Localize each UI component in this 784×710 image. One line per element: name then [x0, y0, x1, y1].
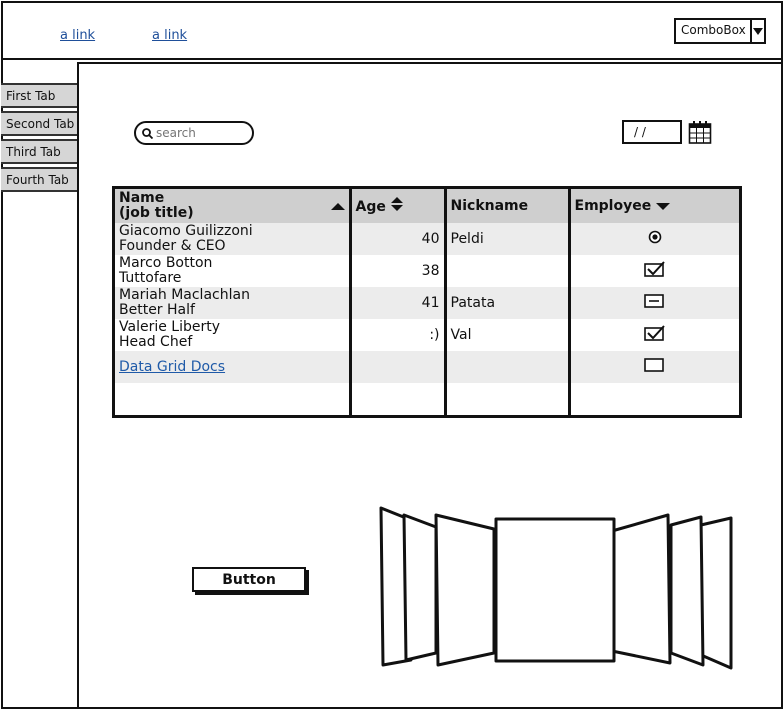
combobox[interactable]: ComboBox — [674, 18, 766, 44]
tab-second[interactable]: Second Tab — [1, 111, 79, 136]
search-box[interactable] — [134, 121, 254, 145]
column-age-label: Age — [355, 199, 386, 215]
main-button[interactable]: Button — [192, 567, 306, 592]
table-row-empty — [115, 383, 739, 415]
checkbox-checked-icon[interactable] — [643, 261, 666, 277]
row-name: Valerie Liberty — [119, 319, 221, 335]
table-row[interactable]: Marco Botton Tuttofare 38 — [115, 255, 739, 287]
column-name-label: Name (job title) — [119, 190, 194, 221]
search-icon — [142, 127, 153, 139]
row-title: Better Half — [119, 302, 195, 318]
search-input[interactable] — [156, 126, 246, 140]
column-nickname-label: Nickname — [450, 198, 529, 214]
row-age: :) — [348, 319, 445, 351]
sort-ascending-icon — [330, 202, 345, 210]
checkbox-checked-icon[interactable] — [643, 325, 666, 341]
row-nickname: Val — [443, 319, 569, 351]
row-name: Mariah Maclachlan — [119, 287, 250, 303]
sort-descending-icon — [656, 203, 671, 210]
top-bar: a link a link — [1, 1, 783, 60]
column-header-employee[interactable]: Employee — [567, 189, 739, 223]
chevron-down-icon[interactable] — [749, 20, 764, 42]
checkbox-indeterminate-icon[interactable] — [643, 294, 666, 308]
row-title: Head Chef — [119, 334, 193, 350]
row-nickname: Peldi — [443, 223, 569, 255]
vertical-tabs: First Tab Second Tab Third Tab Fourth Ta… — [1, 83, 79, 195]
row-nickname — [443, 255, 569, 287]
row-title: Tuttofare — [119, 270, 182, 286]
table-row[interactable]: Data Grid Docs — [115, 351, 739, 383]
table-row[interactable]: Mariah Maclachlan Better Half 41 Patata — [115, 287, 739, 319]
column-header-age[interactable]: Age — [348, 189, 445, 223]
cover-flow-icon[interactable] — [376, 505, 736, 675]
column-header-nickname[interactable]: Nickname — [443, 189, 569, 223]
table-row[interactable]: Giacomo Guilizzoni Founder & CEO 40 Peldi — [115, 223, 739, 255]
tab-third[interactable]: Third Tab — [1, 139, 79, 164]
row-name: Marco Botton — [119, 255, 213, 271]
table-row[interactable]: Valerie Liberty Head Chef :) Val — [115, 319, 739, 351]
radio-selected-icon[interactable] — [648, 230, 662, 244]
row-age: 40 — [348, 223, 445, 255]
row-title: Founder & CEO — [119, 238, 226, 254]
header-link-1[interactable]: a link — [60, 28, 95, 43]
calendar-icon[interactable] — [688, 120, 712, 145]
data-grid: Name (job title) Age Nickname Employee G… — [112, 186, 742, 418]
data-grid-docs-link[interactable]: Data Grid Docs — [119, 359, 225, 375]
header-link-2[interactable]: a link — [152, 28, 187, 43]
combobox-value: ComboBox — [681, 23, 746, 37]
tab-fourth[interactable]: Fourth Tab — [1, 167, 79, 192]
row-age: 38 — [348, 255, 445, 287]
checkbox-unchecked-icon[interactable] — [643, 358, 666, 372]
tab-first[interactable]: First Tab — [1, 83, 79, 108]
row-age: 41 — [348, 287, 445, 319]
date-field[interactable]: / / — [622, 120, 682, 144]
row-nickname: Patata — [443, 287, 569, 319]
row-name: Giacomo Guilizzoni — [119, 223, 253, 239]
sort-both-icon — [390, 197, 403, 211]
column-header-name[interactable]: Name (job title) — [115, 189, 350, 223]
column-employee-label: Employee — [574, 198, 652, 214]
